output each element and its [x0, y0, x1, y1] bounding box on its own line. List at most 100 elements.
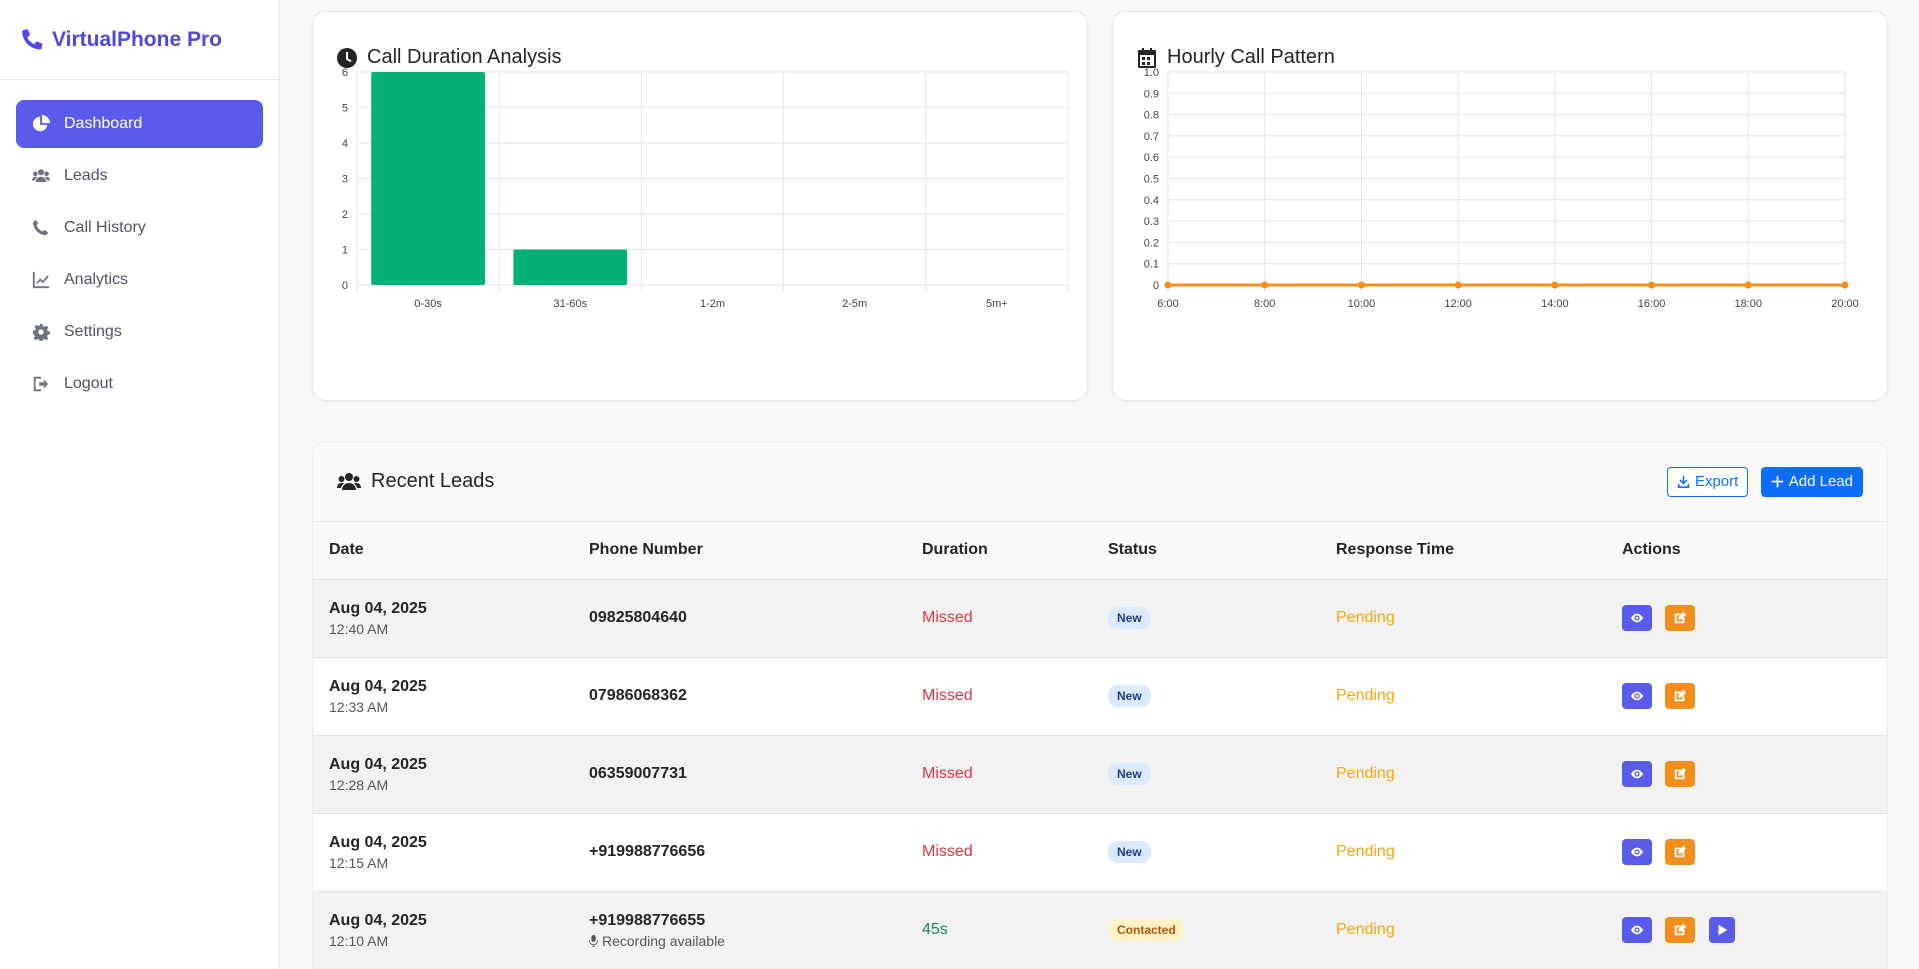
- time: 12:40 AM: [329, 620, 389, 637]
- x-tick-label: 8:00: [1254, 298, 1275, 310]
- y-tick-label: 0: [342, 280, 348, 292]
- leads-title: Recent Leads: [337, 470, 494, 493]
- sidebar-item-label: Leads: [64, 167, 108, 184]
- view-button[interactable]: [1622, 839, 1652, 865]
- duration: Missed: [922, 765, 973, 782]
- cell-phone: 09825804640: [573, 579, 906, 658]
- y-tick-label: 2: [342, 209, 348, 221]
- duration: Missed: [922, 843, 973, 860]
- column-header-date[interactable]: Date: [313, 522, 573, 580]
- view-button[interactable]: [1622, 683, 1652, 709]
- cell-phone: 06359007731: [573, 735, 906, 814]
- view-button[interactable]: [1622, 605, 1652, 631]
- data-point: [1648, 281, 1656, 289]
- eye-icon: [1630, 769, 1644, 779]
- edit-icon: [1675, 611, 1687, 624]
- date: Aug 04, 2025: [329, 755, 427, 773]
- view-button[interactable]: [1622, 761, 1652, 787]
- y-tick-label: 0.4: [1144, 195, 1159, 207]
- y-tick-label: 1: [342, 245, 348, 257]
- cell-response: Pending: [1320, 891, 1606, 968]
- cell-duration: Missed: [906, 579, 1092, 658]
- status-badge: New: [1108, 685, 1151, 707]
- column-header-actions: Actions: [1606, 522, 1887, 580]
- status-badge: New: [1108, 763, 1151, 785]
- cell-date: Aug 04, 2025 12:40 AM: [313, 579, 573, 658]
- sidebar-item-label: Dashboard: [64, 115, 143, 132]
- cell-response: Pending: [1320, 579, 1606, 658]
- x-tick-label: 16:00: [1638, 298, 1666, 310]
- cell-actions: [1606, 579, 1887, 658]
- cell-status: New: [1092, 735, 1320, 814]
- sidebar-item-logout[interactable]: Logout: [16, 360, 263, 408]
- y-tick-label: 6: [342, 67, 348, 79]
- column-header-status[interactable]: Status: [1092, 522, 1320, 580]
- microphone-icon: [589, 934, 598, 947]
- column-header-phone[interactable]: Phone Number: [573, 522, 906, 580]
- y-tick-label: 0.7: [1144, 131, 1159, 143]
- x-tick-label: 18:00: [1735, 298, 1763, 310]
- edit-button[interactable]: [1665, 839, 1696, 865]
- sidebar-item-label: Analytics: [64, 271, 129, 288]
- edit-button[interactable]: [1665, 917, 1696, 943]
- time: 12:10 AM: [329, 932, 389, 949]
- duration-chart-card: Call Duration Analysis 0 1 2 3 4 5 6 0-30s 31-60…: [312, 11, 1088, 401]
- view-button[interactable]: [1622, 917, 1652, 943]
- sidebar-item-call-history[interactable]: Call History: [16, 204, 263, 252]
- duration: 45s: [922, 921, 948, 938]
- table-row[interactable]: Aug 04, 2025 12:28 AM 06359007731 Missed …: [313, 735, 1887, 814]
- cell-duration: Missed: [906, 735, 1092, 814]
- y-tick-label: 0.8: [1144, 110, 1159, 122]
- eye-icon: [1630, 691, 1644, 701]
- export-button[interactable]: Export: [1666, 466, 1749, 497]
- x-tick-label: 31-60s: [553, 298, 587, 310]
- sidebar: VirtualPhone Pro Dashboard Leads Call Hi…: [0, 0, 280, 969]
- download-icon: [1677, 475, 1690, 488]
- sidebar-item-analytics[interactable]: Analytics: [16, 256, 263, 304]
- table-row[interactable]: Aug 04, 2025 12:40 AM 09825804640 Missed …: [313, 579, 1887, 658]
- data-point: [1261, 281, 1269, 289]
- edit-button[interactable]: [1665, 761, 1696, 787]
- sidebar-item-settings[interactable]: Settings: [16, 308, 263, 356]
- data-point: [1357, 281, 1365, 289]
- users-icon: [337, 472, 361, 490]
- date: Aug 04, 2025: [329, 833, 427, 851]
- edit-button[interactable]: [1665, 605, 1696, 631]
- cell-response: Pending: [1320, 657, 1606, 736]
- cell-actions: [1606, 891, 1887, 968]
- duration: Missed: [922, 609, 973, 626]
- edit-icon: [1675, 767, 1687, 780]
- cell-duration: 45s: [906, 891, 1092, 968]
- add-lead-button[interactable]: Add Lead: [1760, 466, 1863, 497]
- y-tick-label: 4: [342, 138, 348, 150]
- sidebar-item-leads[interactable]: Leads: [16, 152, 263, 200]
- plus-icon: [1771, 475, 1783, 488]
- sidebar-nav: Dashboard Leads Call History Analytics S…: [0, 80, 279, 432]
- table-row[interactable]: Aug 04, 2025 12:33 AM 07986068362 Missed …: [313, 657, 1887, 736]
- play-recording-button[interactable]: [1708, 917, 1735, 943]
- x-tick-label: 20:00: [1831, 298, 1859, 310]
- cell-actions: [1606, 657, 1887, 736]
- edit-button[interactable]: [1665, 683, 1696, 709]
- recording-note: Recording available: [589, 933, 906, 949]
- time: 12:28 AM: [329, 776, 389, 793]
- column-header-duration[interactable]: Duration: [906, 522, 1092, 580]
- brand[interactable]: VirtualPhone Pro: [0, 0, 279, 80]
- table-row[interactable]: Aug 04, 2025 12:15 AM +919988776656 Misse…: [313, 813, 1887, 892]
- table-header-row: Date Phone Number Duration Status Respon…: [313, 522, 1887, 580]
- cell-status: Contacted: [1092, 891, 1320, 968]
- users-icon: [32, 169, 50, 182]
- sidebar-item-dashboard[interactable]: Dashboard: [16, 100, 263, 148]
- table-row[interactable]: Aug 04, 2025 12:10 AM +919988776655 Recor…: [313, 891, 1887, 968]
- phone-icon: [32, 219, 49, 236]
- column-header-response[interactable]: Response Time: [1320, 522, 1606, 580]
- recent-leads-card: Recent Leads Export Add Lead Date Phone …: [312, 441, 1888, 969]
- status-badge: New: [1108, 607, 1151, 629]
- chart-pie-icon: [32, 115, 50, 132]
- x-tick-label: 1-2m: [700, 298, 725, 310]
- cell-phone: +919988776656: [573, 813, 906, 892]
- date: Aug 04, 2025: [329, 677, 427, 695]
- eye-icon: [1630, 613, 1644, 623]
- cell-date: Aug 04, 2025 12:28 AM: [313, 735, 573, 814]
- cell-phone: 07986068362: [573, 657, 906, 736]
